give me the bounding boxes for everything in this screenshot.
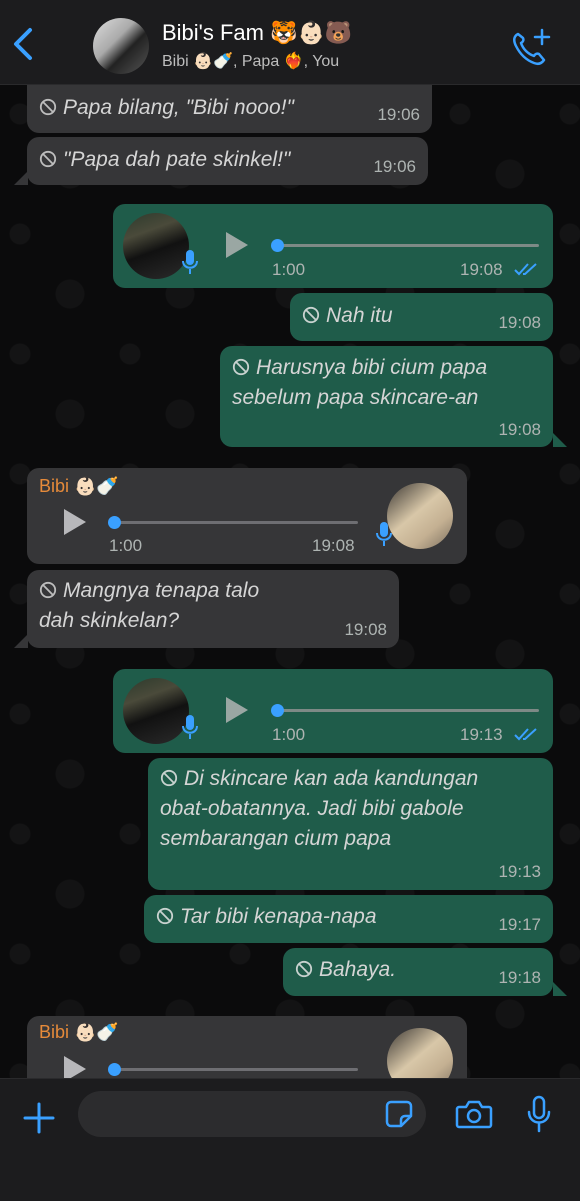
message-input[interactable] [78,1091,426,1137]
message-text: Nah itu [326,304,393,327]
message-text: Papa bilang, "Bibi nooo!" [63,96,294,119]
double-check-icon [514,263,537,276]
voice-duration: 1:00 [272,725,306,744]
message-time: 19:08 [344,620,387,639]
voice-message[interactable]: 1:00 19:08 [113,204,553,288]
voice-message[interactable]: 1:00 19:13 [113,669,553,753]
message-text: Bahaya. [319,958,397,981]
deleted-icon [302,306,320,324]
voice-progress-track[interactable] [115,1068,358,1071]
sender-avatar [387,483,453,549]
message-time: 19:08 [460,260,503,279]
bubble-tail [14,171,28,185]
deleted-icon [39,581,57,599]
voice-message[interactable]: Bibi 👶🏻🍼 [27,1016,467,1078]
voice-progress-track[interactable] [277,244,539,247]
voice-progress-knob[interactable] [108,1063,121,1076]
message-time: 19:08 [312,536,355,555]
sender-avatar [123,678,189,744]
mic-icon [182,250,198,274]
add-call-icon[interactable] [510,28,552,66]
group-avatar[interactable] [93,18,149,74]
sticker-icon[interactable] [384,1099,414,1129]
message-time: 19:06 [373,157,416,176]
message-time: 19:17 [498,915,541,934]
play-icon[interactable] [221,230,251,260]
message-text-line: Di skincare kan ada kandungan [184,767,479,790]
message-bubble[interactable]: Harusnya bibi cium papa sebelum papa ski… [220,346,553,447]
mic-icon [182,715,198,739]
microphone-icon[interactable] [526,1095,552,1133]
message-time: 19:13 [498,862,541,881]
deleted-icon [39,150,57,168]
message-bubble[interactable]: Mangnya tenapa talo dah skinkelan? 19:08 [27,570,399,648]
deleted-icon [295,960,313,978]
message-time: 19:18 [498,968,541,987]
sender-avatar [387,1028,453,1078]
voice-duration: 1:00 [272,260,306,279]
deleted-icon [160,769,178,787]
message-input-bar [0,1078,580,1201]
voice-duration: 1:00 [109,536,143,555]
bubble-tail [553,433,567,447]
deleted-icon [232,358,250,376]
message-text-line: obat-obatannya. Jadi bibi gabole [160,797,464,820]
message-bubble[interactable]: "Papa dah pate skinkel!" 19:06 [27,137,428,185]
voice-progress-knob[interactable] [271,704,284,717]
message-text: Tar bibi kenapa-napa [180,905,377,928]
voice-progress-track[interactable] [115,521,358,524]
message-bubble[interactable]: Di skincare kan ada kandungan obat-obata… [148,758,553,890]
message-time: 19:08 [498,313,541,332]
message-bubble[interactable]: Bahaya. 19:18 [283,948,553,996]
play-icon[interactable] [59,507,89,537]
camera-icon[interactable] [455,1098,493,1130]
voice-progress-knob[interactable] [271,239,284,252]
message-time: 19:08 [498,420,541,439]
message-text-line: sebelum papa skincare-an [232,386,479,409]
double-check-icon [514,728,537,741]
bubble-tail [14,634,28,648]
group-title[interactable]: Bibi's Fam 🐯👶🏻🐻 [162,20,352,46]
play-icon[interactable] [221,695,251,725]
sender-name[interactable]: Bibi 👶🏻🍼 [39,1022,119,1043]
chat-header: Bibi's Fam 🐯👶🏻🐻 Bibi 👶🏻🍼, Papa ❤️‍🔥, You [0,0,580,85]
message-bubble[interactable]: Tar bibi kenapa-napa 19:17 [144,895,553,943]
message-bubble[interactable]: Nah itu 19:08 [290,293,553,341]
message-time: 19:06 [377,105,420,124]
voice-progress-knob[interactable] [108,516,121,529]
message-text-line: Mangnya tenapa talo [63,579,260,602]
message-text: "Papa dah pate skinkel!" [63,148,291,171]
message-text-line: Harusnya bibi cium papa [256,356,488,379]
message-text-line: sembarangan cium papa [160,827,392,850]
voice-message[interactable]: Bibi 👶🏻🍼 1:00 19:08 [27,468,467,564]
voice-progress-track[interactable] [277,709,539,712]
deleted-icon [156,907,174,925]
message-text-line: dah skinkelan? [39,609,180,632]
group-members[interactable]: Bibi 👶🏻🍼, Papa ❤️‍🔥, You [162,51,339,71]
sender-avatar [123,213,189,279]
plus-icon[interactable] [22,1101,56,1135]
message-time: 19:13 [460,725,503,744]
play-icon[interactable] [59,1054,89,1078]
sender-name[interactable]: Bibi 👶🏻🍼 [39,476,119,497]
message-bubble[interactable]: Papa bilang, "Bibi nooo!" 19:06 [27,85,432,133]
deleted-icon [39,98,57,116]
back-chevron-icon[interactable] [10,26,38,62]
bubble-tail [553,982,567,996]
